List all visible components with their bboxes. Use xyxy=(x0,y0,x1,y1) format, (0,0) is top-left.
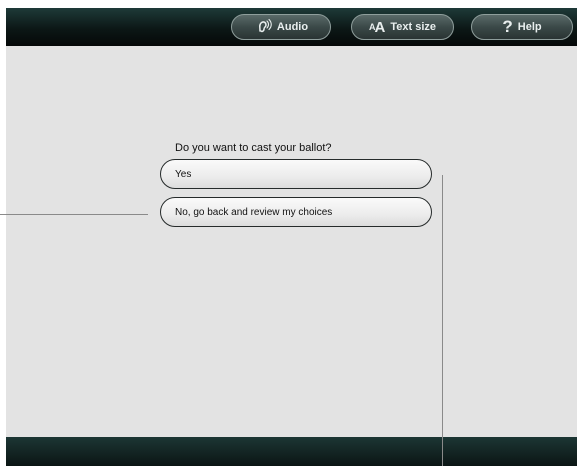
ballot-screen: Audio AA Text size ? Help Do you want to… xyxy=(6,8,577,466)
audio-label: Audio xyxy=(276,21,309,33)
text-size-big-a: A xyxy=(374,18,386,36)
callout-line-left xyxy=(0,214,148,215)
audio-ear-icon xyxy=(254,18,272,36)
help-label: Help xyxy=(517,21,542,33)
text-size-label: Text size xyxy=(390,21,436,33)
cast-ballot-yes-button[interactable]: Yes xyxy=(160,159,432,189)
text-size-icon: AA xyxy=(369,19,385,36)
review-choices-label: No, go back and review my choices xyxy=(175,206,333,218)
cast-ballot-yes-label: Yes xyxy=(175,168,192,180)
text-size-button[interactable]: AA Text size xyxy=(351,14,454,40)
bottom-bar xyxy=(6,437,577,466)
callout-line-right xyxy=(442,175,443,466)
top-toolbar: Audio AA Text size ? Help xyxy=(6,8,577,46)
audio-button[interactable]: Audio xyxy=(231,14,331,40)
help-button[interactable]: ? Help xyxy=(471,14,573,40)
ballot-question: Do you want to cast your ballot? xyxy=(175,142,332,154)
review-choices-button[interactable]: No, go back and review my choices xyxy=(160,197,432,227)
question-mark-icon: ? xyxy=(502,17,513,36)
